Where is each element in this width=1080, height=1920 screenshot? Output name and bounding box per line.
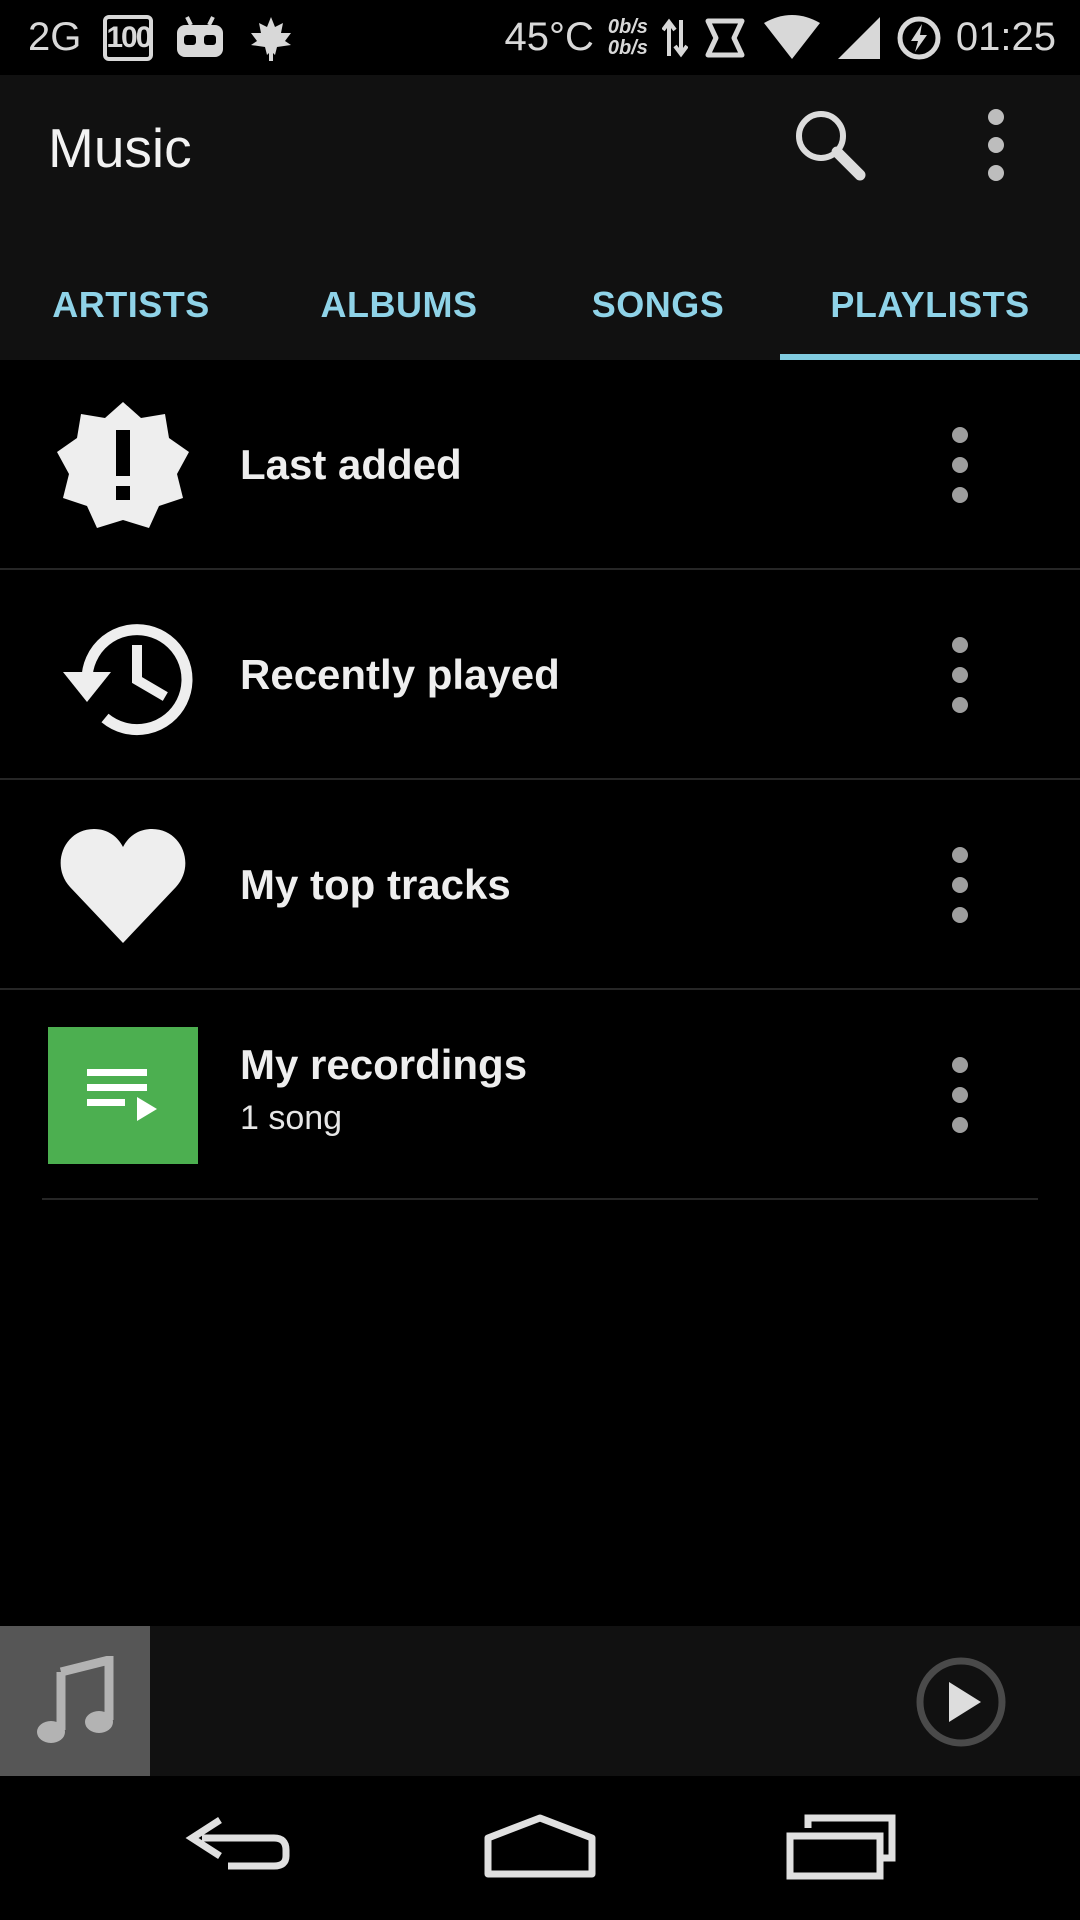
tab-artists[interactable]: ARTISTS bbox=[0, 250, 262, 360]
playlist-list: Last added Recently played My top tracks… bbox=[0, 360, 1080, 1200]
tab-playlists[interactable]: PLAYLISTS bbox=[780, 250, 1080, 360]
playlist-tile bbox=[48, 1026, 198, 1164]
tab-songs[interactable]: SONGS bbox=[536, 250, 780, 360]
playlist-title: Recently played bbox=[240, 651, 560, 698]
status-bar-left: 2G 100 bbox=[28, 0, 295, 75]
playlist-item-my-top-tracks[interactable]: My top tracks bbox=[0, 780, 1080, 990]
playlist-overflow-button[interactable] bbox=[940, 415, 980, 515]
app-title: Music bbox=[48, 117, 192, 179]
history-icon bbox=[48, 610, 198, 740]
overflow-menu-icon bbox=[952, 637, 968, 713]
app-bar: Music ARTISTS ALBUMS SONGS PLAYLISTS bbox=[0, 75, 1080, 360]
data-arrows-icon bbox=[661, 16, 688, 60]
status-bar-right: 45°C 0b/s 0b/s 01:25 bbox=[504, 0, 1056, 75]
recents-button[interactable] bbox=[780, 1806, 900, 1886]
tab-bar: ARTISTS ALBUMS SONGS PLAYLISTS bbox=[0, 250, 1080, 360]
playlist-item-recently-played[interactable]: Recently played bbox=[0, 570, 1080, 780]
wifi-icon bbox=[762, 14, 822, 61]
network-type: 2G bbox=[28, 15, 82, 59]
music-note-icon bbox=[37, 1656, 114, 1743]
playlist-title: My recordings bbox=[240, 1041, 528, 1088]
android-debug-icon bbox=[175, 15, 225, 61]
overflow-menu-button[interactable] bbox=[968, 105, 1024, 185]
back-button[interactable] bbox=[180, 1806, 300, 1886]
playlist-overflow-button[interactable] bbox=[940, 1045, 980, 1145]
sync-icon bbox=[702, 15, 748, 61]
network-speed: 0b/s 0b/s bbox=[607, 15, 648, 59]
playlist-play-icon bbox=[87, 1069, 157, 1121]
recents-icon bbox=[786, 1814, 896, 1880]
playlist-title: Last added bbox=[240, 441, 462, 488]
overflow-menu-icon bbox=[988, 109, 1004, 181]
leaf-icon bbox=[247, 15, 295, 61]
play-icon bbox=[916, 1657, 1006, 1747]
speed-down: 0b/s bbox=[607, 36, 648, 59]
speed-up: 0b/s bbox=[607, 15, 648, 38]
system-nav-bar bbox=[0, 1776, 1080, 1920]
screen: 2G 100 45°C 0b/s 0b/s 01:25 Music ARTIST… bbox=[0, 0, 1080, 1920]
tab-albums[interactable]: ALBUMS bbox=[262, 250, 536, 360]
playlist-overflow-button[interactable] bbox=[940, 835, 980, 935]
signal-icon bbox=[836, 15, 882, 61]
playlist-item-last-added[interactable]: Last added bbox=[0, 360, 1080, 570]
playlist-title: My top tracks bbox=[240, 861, 511, 908]
temperature: 45°C bbox=[504, 15, 594, 59]
battery-percent-box: 100 bbox=[103, 14, 154, 61]
overflow-menu-icon bbox=[952, 427, 968, 503]
playlist-item-my-recordings[interactable]: My recordings 1 song bbox=[0, 990, 1080, 1200]
play-button[interactable] bbox=[915, 1656, 1007, 1748]
now-playing-bar[interactable] bbox=[0, 1626, 1080, 1776]
overflow-menu-icon bbox=[952, 1057, 968, 1133]
search-icon bbox=[796, 111, 866, 181]
playlist-overflow-button[interactable] bbox=[940, 625, 980, 725]
home-button[interactable] bbox=[480, 1806, 600, 1886]
search-button[interactable] bbox=[790, 105, 870, 185]
new-badge-icon bbox=[48, 400, 198, 530]
heart-icon bbox=[48, 820, 198, 950]
home-icon bbox=[484, 1814, 596, 1878]
recordings-tile bbox=[48, 1026, 198, 1164]
battery-charging-icon bbox=[896, 15, 942, 61]
album-art[interactable] bbox=[0, 1626, 150, 1776]
status-bar: 2G 100 45°C 0b/s 0b/s 01:25 bbox=[0, 0, 1080, 75]
overflow-menu-icon bbox=[952, 847, 968, 923]
playlist-song-count: 1 song bbox=[240, 1099, 343, 1137]
back-icon bbox=[185, 1817, 290, 1870]
clock: 01:25 bbox=[955, 15, 1056, 59]
